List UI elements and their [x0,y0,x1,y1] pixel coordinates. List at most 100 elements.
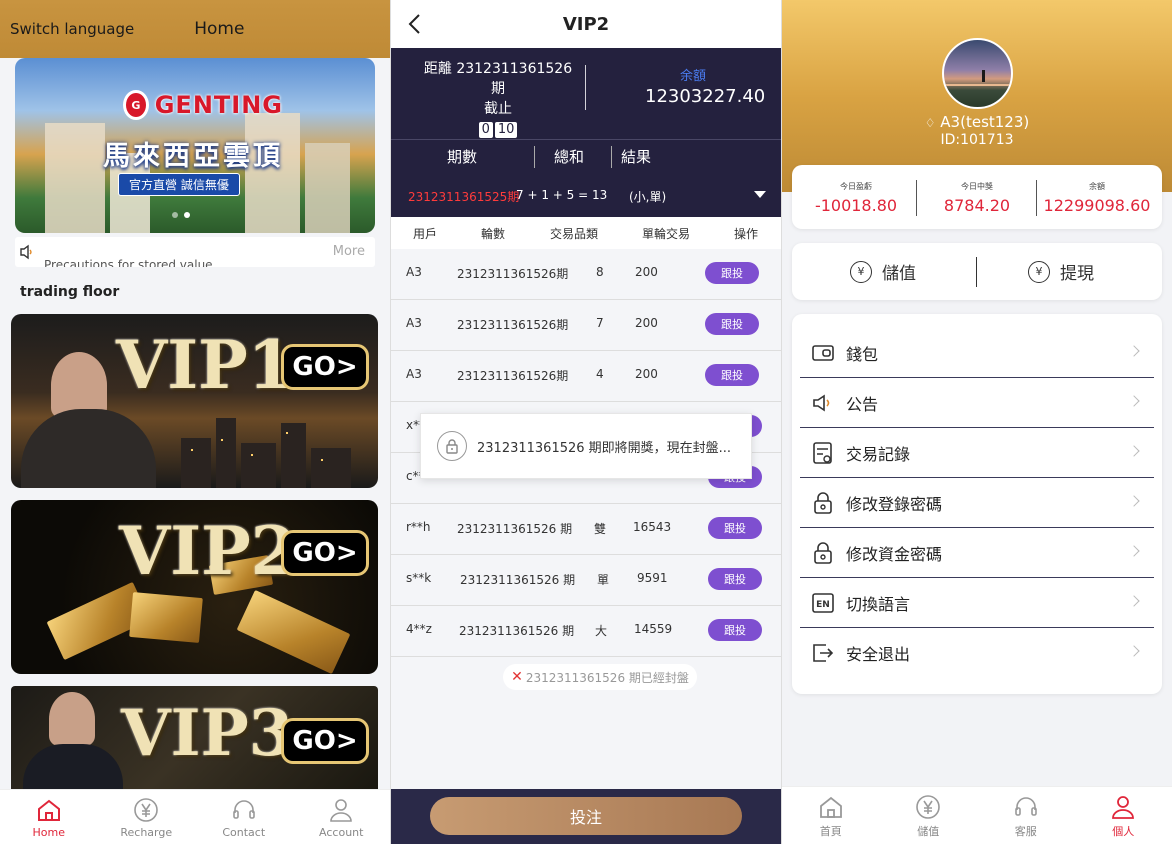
stat-today-winnings: 今日中獎 8784.20 [943,182,1011,215]
tab-deposit[interactable]: 儲值 [880,787,978,844]
chevron-right-icon [1128,395,1140,407]
menu-item-records[interactable]: 交易記錄 [800,428,1154,478]
bets-table-header: 用戶 輪數 交易品類 單輪交易 操作 [391,217,781,249]
bet-bar: 投注 [391,789,781,844]
menu-item-switch-language[interactable]: EN 切換語言 [800,578,1154,628]
tab-personal[interactable]: 個人 [1075,787,1172,844]
menu-item-wallet[interactable]: 錢包 [800,328,1154,378]
genting-logo: G GENTING [123,90,283,120]
username: ♢ A3(test123) [924,113,1030,131]
wallet-icon [811,341,835,365]
speaker-icon [811,391,835,415]
yen-coin-icon [134,797,159,822]
tab-account[interactable]: Account [293,790,391,844]
vip3-go-button[interactable]: GO> [281,718,369,764]
carousel-dots[interactable] [172,212,190,218]
vip1-room-card[interactable]: VIP1 GO> [11,314,378,488]
home-header: Switch language Home [0,0,390,58]
countdown-minutes: 0 [478,122,493,138]
latest-result-row[interactable]: 2312311361525期 7 + 1 + 5 = 13 (小,單) [391,173,781,217]
svg-text:EN: EN [816,600,830,610]
records-icon [811,441,835,465]
notice-more-link[interactable]: More [333,244,365,259]
tab-contact[interactable]: Contact [195,790,293,844]
notice-bar[interactable]: Precautions for stored value More [15,237,375,267]
place-bet-button[interactable]: 投注 [430,797,742,835]
yen-coin-icon [916,794,941,819]
man-figure [49,692,95,746]
tab-recharge[interactable]: Recharge [98,790,196,844]
headset-icon [232,799,255,819]
latest-sum: 7 + 1 + 5 = 13 [516,188,608,202]
close-x-icon: ✕ [511,669,523,685]
money-bag-icon: ¥ [1028,260,1050,283]
tab-home[interactable]: Home [0,790,98,844]
bottom-tab-bar: 首頁 儲值 客服 個人 [782,786,1172,844]
user-icon [1112,795,1135,819]
table-row: A3 2312311361526期 8 200 跟投 [391,249,781,300]
tab-home[interactable]: 首頁 [782,787,880,844]
table-row: r**h 2312311361526 期 雙 16543 跟投 [391,504,781,555]
follow-bet-button[interactable]: 跟投 [708,517,762,539]
banner-chinese-title: 馬來西亞雲頂 [103,141,283,172]
col-period: 期數 [447,148,478,166]
deposit-button[interactable]: ¥ 儲值 [850,259,916,284]
countdown-seconds: 10 [494,122,518,138]
notice-text: Precautions for stored value [44,258,213,267]
result-columns: 期數 總和 結果 [391,139,781,173]
vip3-room-card[interactable]: VIP3 GO> [11,686,378,796]
col-sum: 總和 [554,148,585,166]
dropdown-caret-icon[interactable] [754,191,766,198]
tab-service[interactable]: 客服 [977,787,1075,844]
speaker-icon [20,244,32,260]
vip2-room-card[interactable]: VIP2 GO> [11,500,378,674]
menu-item-logout[interactable]: 安全退出 [800,628,1154,678]
countdown-panel: 距離 2312311361526 期 截止 0 10 余額 12303227.4… [391,48,781,139]
chevron-right-icon [1128,345,1140,357]
countdown-timer: 0 10 [478,122,518,138]
vip1-go-button[interactable]: GO> [281,344,369,390]
user-icon [330,798,353,822]
promo-banner[interactable]: G GENTING 馬來西亞雲頂 官方直營 誠信無優 [15,58,375,233]
lock-icon [811,541,835,565]
lock-icon [437,431,467,461]
table-row: 4**z 2312311361526 期 大 14559 跟投 [391,606,781,657]
follow-bet-button[interactable]: 跟投 [705,262,759,284]
table-row: s**k 2312311361526 期 單 9591 跟投 [391,555,781,606]
page-title: VIP2 [562,13,610,35]
menu-item-change-fund-password[interactable]: 修改資金密碼 [800,528,1154,578]
chevron-right-icon [1128,595,1140,607]
follow-bet-button[interactable]: 跟投 [708,568,762,590]
chevron-right-icon [1128,645,1140,657]
avatar[interactable] [942,38,1013,109]
carousel-dot-active[interactable] [184,212,190,218]
profile-menu: 錢包 公告 交易記錄 修改登錄密碼 修改資金密碼 EN 切換語言 安全退出 [792,314,1162,694]
diamond-icon: ♢ [924,116,936,130]
vip2-label: VIP2 [119,512,297,590]
vip2-go-button[interactable]: GO> [281,530,369,576]
balance-label: 余額 [680,69,707,84]
carousel-dot[interactable] [172,212,178,218]
stats-card: 今日盈虧 -10018.80 今日中獎 8784.20 余額 12299098.… [792,165,1162,229]
menu-item-change-login-password[interactable]: 修改登錄密碼 [800,478,1154,528]
latest-period: 2312311361525期 [408,190,520,204]
deposit-withdraw-card: ¥ 儲值 ¥ 提現 [792,243,1162,300]
balance-value: 12303227.40 [645,86,766,107]
col-result: 結果 [621,148,652,166]
switch-language-link[interactable]: Switch language [10,20,134,38]
follow-bet-button[interactable]: 跟投 [705,364,759,386]
yen-coin-icon: ¥ [850,260,872,283]
follow-bet-button[interactable]: 跟投 [708,619,762,641]
room-header: VIP2 [391,0,781,48]
bottom-tab-bar: Home Recharge Contact Account [0,789,390,844]
follow-bet-button[interactable]: 跟投 [705,313,759,335]
withdraw-button[interactable]: ¥ 提現 [1028,259,1094,284]
menu-item-announcement[interactable]: 公告 [800,378,1154,428]
home-icon [37,799,60,821]
chevron-right-icon [1128,545,1140,557]
back-arrow-icon[interactable] [405,12,425,36]
banner-subtitle: 官方直營 誠信無優 [118,173,240,196]
stat-today-profit: 今日盈虧 -10018.80 [814,182,898,215]
chevron-right-icon [1128,445,1140,457]
vip1-label: VIP1 [116,326,294,404]
